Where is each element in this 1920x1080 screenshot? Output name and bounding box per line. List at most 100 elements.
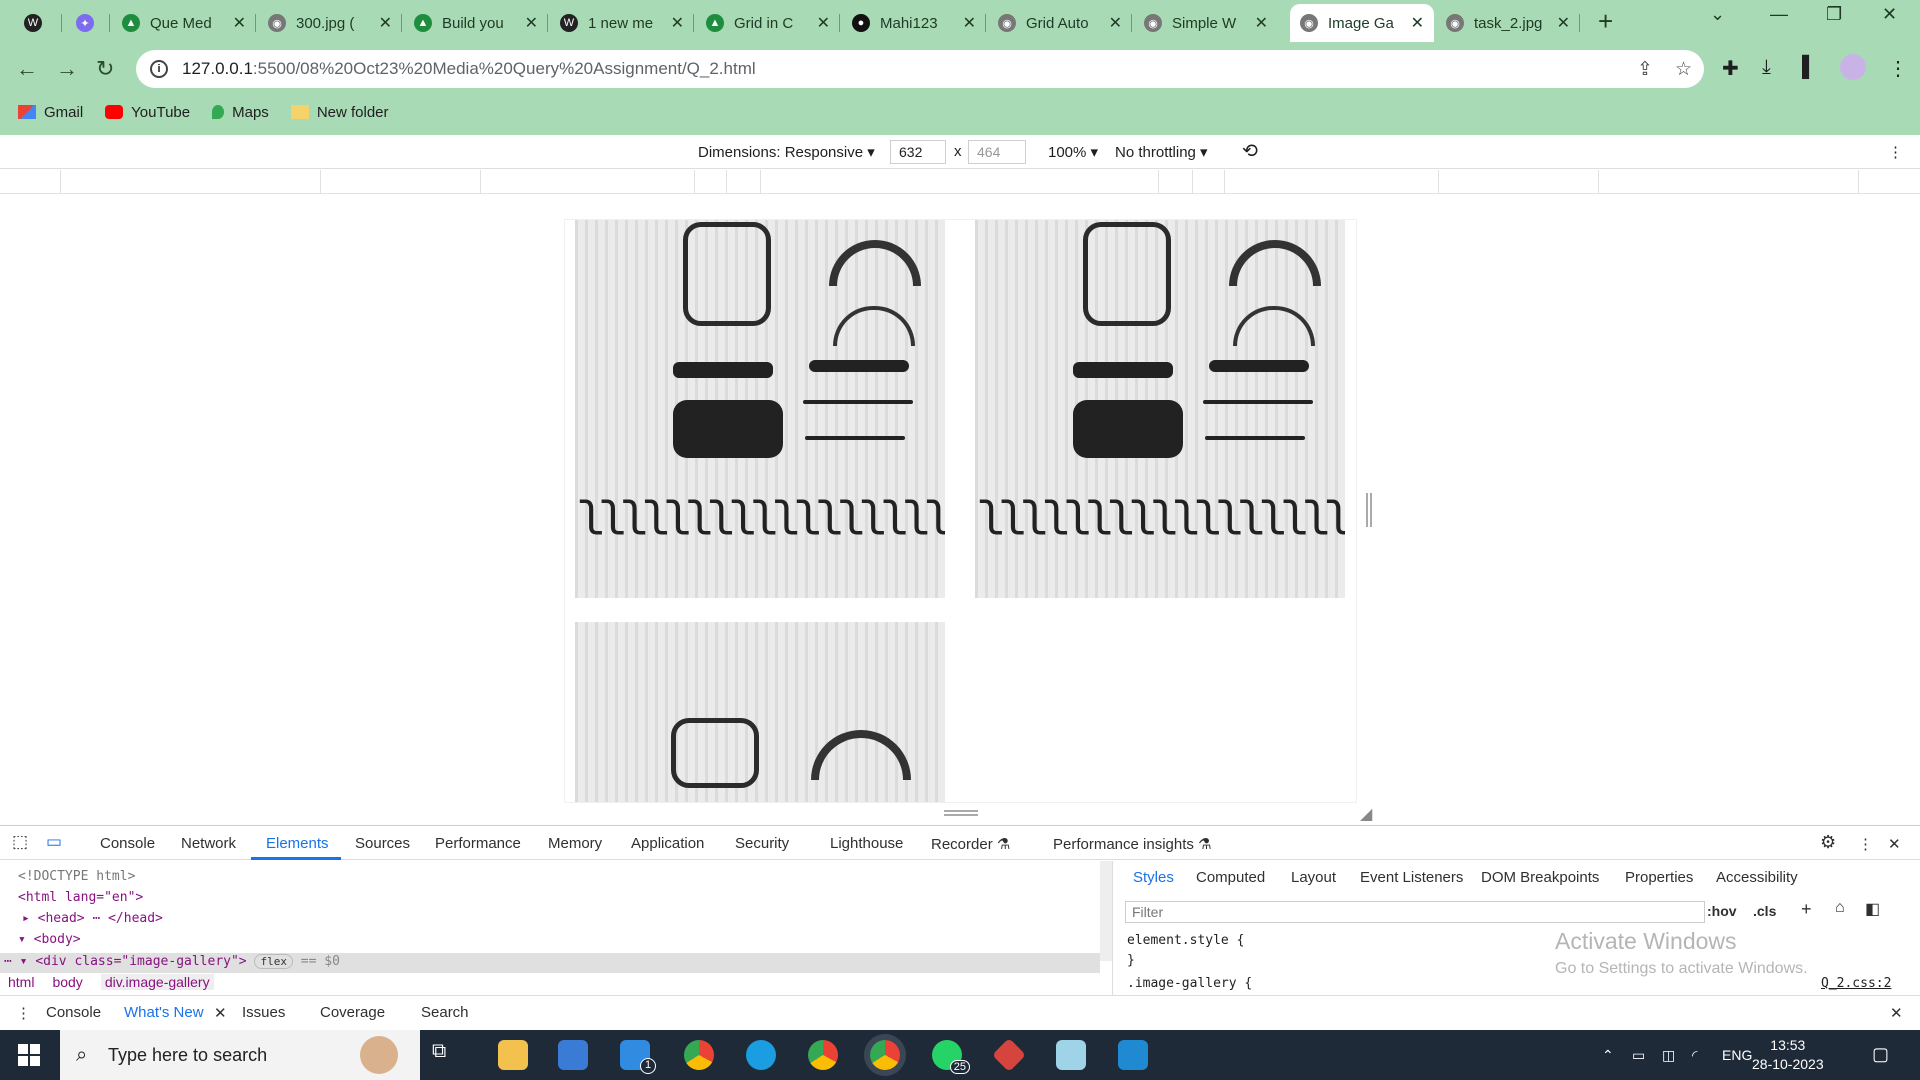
dimensions-dropdown[interactable]: Dimensions: Responsive ▾ [698, 143, 875, 161]
chrome-icon[interactable] [684, 1040, 714, 1070]
new-rule-icon[interactable]: + [1801, 899, 1812, 920]
windows-start-icon[interactable] [18, 1044, 40, 1066]
dom-html[interactable]: <html lang="en"> [18, 890, 143, 905]
dom-doctype[interactable]: <!DOCTYPE html> [18, 869, 135, 884]
file-explorer-icon[interactable] [498, 1040, 528, 1070]
bookmark-maps[interactable]: Maps [212, 104, 269, 121]
bookmark-gmail[interactable]: Gmail [18, 104, 83, 121]
close-icon[interactable]: ✕ [671, 13, 684, 33]
drawer-menu-icon[interactable]: ⋮ [16, 1004, 31, 1022]
devtools-menu-icon[interactable]: ⋮ [1858, 835, 1873, 853]
tab-performance-insights[interactable]: Performance insights ⚗ [1053, 835, 1212, 853]
dom-image-gallery[interactable]: ⋯ ▾ <div class="image-gallery"> flex == … [4, 954, 340, 969]
tray-chevron-up-icon[interactable]: ⌃ [1602, 1047, 1614, 1064]
window-close-icon[interactable]: ✕ [1882, 4, 1897, 25]
tab-3[interactable]: ▲ Que Med ✕ [112, 4, 256, 42]
avatar[interactable] [1840, 54, 1866, 80]
media-query-ruler[interactable] [0, 170, 1920, 194]
tab-lighthouse[interactable]: Lighthouse [830, 835, 903, 852]
tab-active[interactable]: ◉ Image Ga ✕ [1290, 4, 1434, 42]
chrome-profile-icon[interactable] [808, 1040, 838, 1070]
site-info-icon[interactable]: i [150, 60, 168, 78]
close-icon[interactable]: ✕ [379, 13, 392, 33]
flex-badge[interactable]: flex [254, 954, 293, 969]
settings-gear-icon[interactable]: ⚙ [1820, 832, 1836, 853]
devtools-close-icon[interactable]: ✕ [1888, 835, 1901, 853]
side-panel-icon[interactable]: ▌ [1802, 56, 1816, 79]
tab-console[interactable]: Console [100, 835, 155, 852]
tab-elements[interactable]: Elements [266, 835, 329, 852]
element-style-rule[interactable]: element.style { [1127, 933, 1244, 948]
forward-icon[interactable]: → [56, 56, 78, 82]
taskbar-search[interactable]: ⌕ Type here to search [60, 1030, 420, 1080]
close-icon[interactable]: ✕ [1557, 13, 1570, 33]
close-icon[interactable]: ✕ [233, 13, 246, 33]
new-tab-button[interactable]: + [1598, 6, 1613, 37]
tab-layout[interactable]: Layout [1291, 869, 1336, 886]
tab-pinned-1[interactable]: W [14, 4, 62, 42]
notes-icon[interactable] [1056, 1040, 1086, 1070]
close-icon[interactable]: ✕ [525, 13, 538, 33]
drawer-tab-issues[interactable]: Issues [242, 1004, 285, 1021]
crumb-html[interactable]: html [8, 974, 34, 990]
close-icon[interactable]: ✕ [1255, 13, 1268, 33]
tab-computed[interactable]: Computed [1196, 869, 1265, 886]
tab-4[interactable]: ◉ 300.jpg ( ✕ [258, 4, 402, 42]
bookmark-youtube[interactable]: YouTube [105, 104, 190, 121]
zoom-dropdown[interactable]: 100% ▾ [1048, 143, 1098, 161]
bookmark-star-icon[interactable]: ☆ [1675, 58, 1692, 81]
camera-icon[interactable]: ◫ [1662, 1047, 1675, 1064]
git-icon[interactable] [992, 1038, 1026, 1072]
tab-5[interactable]: ▲ Build you ✕ [404, 4, 548, 42]
dom-head[interactable]: ▸ <head> ⋯ </head> [22, 911, 163, 926]
tab-recorder[interactable]: Recorder ⚗ [931, 835, 1010, 853]
tab-12[interactable]: ◉ task_2.jpg ✕ [1436, 4, 1580, 42]
tab-performance[interactable]: Performance [435, 835, 521, 852]
tab-security[interactable]: Security [735, 835, 789, 852]
tab-memory[interactable]: Memory [548, 835, 602, 852]
hov-toggle[interactable]: :hov [1707, 903, 1737, 919]
close-icon[interactable]: ✕ [1411, 13, 1424, 33]
drawer-tab-search[interactable]: Search [421, 1004, 469, 1021]
rotate-icon[interactable]: ⟲ [1242, 140, 1258, 163]
tab-10[interactable]: ◉ Simple W ✕ [1134, 4, 1278, 42]
styles-filter-input[interactable]: Filter [1125, 901, 1705, 923]
address-bar[interactable]: i 127.0.0.1:5500/08%20Oct23%20Media%20Qu… [136, 50, 1704, 88]
tab-styles[interactable]: Styles [1133, 869, 1174, 886]
language-indicator[interactable]: ENG [1722, 1047, 1752, 1063]
bookmark-new-folder[interactable]: New folder [290, 104, 389, 121]
paint-brush-icon[interactable]: ⌂ [1835, 899, 1845, 917]
drawer-tab-close-icon[interactable]: ✕ [214, 1004, 227, 1022]
menu-kebab-icon[interactable]: ⋮ [1888, 56, 1908, 81]
minimize-icon[interactable]: — [1770, 4, 1788, 25]
back-icon[interactable]: ← [16, 56, 38, 82]
sidebar-toggle-icon[interactable]: ◧ [1865, 899, 1880, 919]
tab-application[interactable]: Application [631, 835, 704, 852]
drawer-tab-coverage[interactable]: Coverage [320, 1004, 385, 1021]
tab-event-listeners[interactable]: Event Listeners [1360, 869, 1463, 886]
wifi-icon[interactable]: ◜ [1692, 1047, 1697, 1064]
rule-source-link[interactable]: Q_2.css:2 [1821, 976, 1891, 991]
close-icon[interactable]: ✕ [1109, 13, 1122, 33]
chrome-active-icon[interactable] [870, 1040, 900, 1070]
device-menu-icon[interactable]: ⋮ [1888, 143, 1903, 161]
share-icon[interactable]: ⇪ [1637, 58, 1653, 81]
tab-7[interactable]: ▲ Grid in C ✕ [696, 4, 840, 42]
drawer-tab-whats-new[interactable]: What's New [124, 1004, 204, 1021]
mail-icon[interactable]: 1 [620, 1040, 656, 1074]
task-view-icon[interactable]: ⧉ [432, 1040, 462, 1070]
tab-dom-breakpoints[interactable]: DOM Breakpoints [1481, 869, 1599, 886]
reload-icon[interactable]: ↻ [96, 56, 114, 82]
image-gallery-rule[interactable]: .image-gallery { [1127, 976, 1252, 991]
drawer-tab-console[interactable]: Console [46, 1004, 101, 1021]
vscode-icon[interactable] [1118, 1040, 1148, 1070]
tab-6[interactable]: W 1 new me ✕ [550, 4, 694, 42]
crumb-image-gallery[interactable]: div.image-gallery [100, 974, 214, 990]
restore-icon[interactable]: ❐ [1826, 4, 1842, 25]
crumb-body[interactable]: body [52, 974, 82, 990]
viewport-resize-handle-right[interactable] [1366, 493, 1372, 527]
tab-properties[interactable]: Properties [1625, 869, 1693, 886]
height-input[interactable]: 464 [968, 140, 1026, 164]
viewport-resize-handle-bottom[interactable] [944, 810, 978, 816]
battery-icon[interactable]: ▭ [1632, 1047, 1645, 1064]
